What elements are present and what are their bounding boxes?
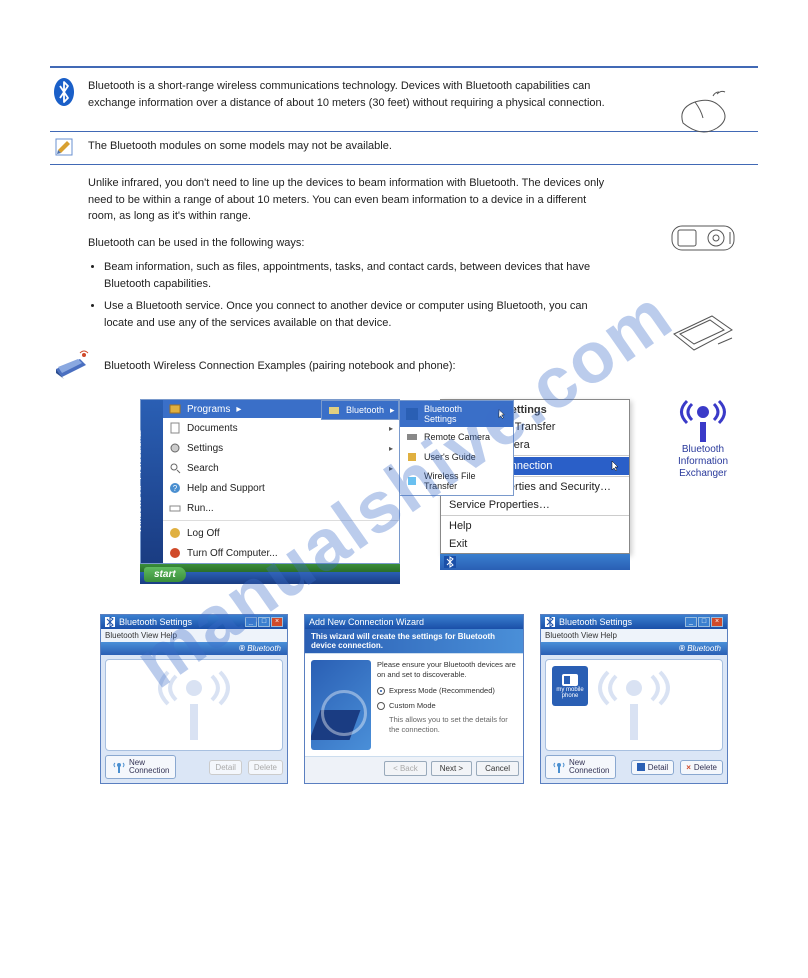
note-icon [55, 138, 73, 156]
maximize-button[interactable]: □ [258, 617, 270, 627]
cm-svcprop[interactable]: Service Properties… [441, 496, 629, 514]
brand-bar: ® Bluetooth [101, 642, 287, 655]
menu-item-help[interactable]: ? Help and Support [163, 478, 399, 498]
custom-mode-option[interactable]: Custom Mode This allows you to set the d… [377, 701, 517, 734]
phone-icon [668, 218, 738, 258]
folder-icon [328, 404, 340, 416]
wizard-note: Please ensure your Bluetooth devices are… [377, 660, 517, 680]
antenna-small-icon [552, 760, 566, 774]
radio-icon [377, 702, 385, 710]
menu-item-documents[interactable]: Documents▸ [163, 418, 399, 438]
cancel-button[interactable]: Cancel [476, 761, 519, 776]
run-icon [169, 502, 181, 514]
bt-settings-window-paired: Bluetooth Settings _ □ × Bluetooth View … [540, 614, 728, 784]
maximize-button[interactable]: □ [698, 617, 710, 627]
menu-item-logoff[interactable]: Log Off [163, 523, 399, 543]
submenu2-remote-camera[interactable]: Remote Camera [400, 427, 513, 447]
antenna-watermark-icon [154, 670, 234, 740]
right-device-icons: Bluetooth Information Exchanger [658, 88, 748, 480]
wizard-heading: This wizard will create the settings for… [305, 629, 523, 653]
express-mode-option[interactable]: Express Mode (Recommended) [377, 686, 517, 696]
start-button[interactable]: start [144, 567, 186, 582]
bluetooth-antenna-icon [678, 398, 728, 442]
divider [50, 66, 758, 68]
search-icon [169, 462, 181, 474]
bluetooth-icon [54, 78, 74, 106]
antenna-watermark-icon [594, 670, 674, 740]
svg-text:?: ? [173, 484, 178, 493]
back-button: < Back [384, 761, 427, 776]
custom-mode-sub: This allows you to set the details for t… [389, 715, 517, 735]
documents-icon [169, 422, 181, 434]
menubar[interactable]: Bluetooth View Help [101, 629, 287, 642]
new-connection-button[interactable]: New Connection [545, 755, 616, 779]
section3-li1: Beam information, such as files, appoint… [104, 259, 604, 292]
submenu2-bt-settings[interactable]: Bluetooth Settings [400, 401, 513, 427]
divider [50, 164, 758, 165]
section3-li2: Use a Bluetooth service. Once you connec… [104, 298, 604, 331]
bt-settings-icon [406, 408, 418, 420]
menu-item-turnoff[interactable]: Turn Off Computer... [163, 543, 399, 563]
brand-bar: ® Bluetooth [541, 642, 727, 655]
minimize-button[interactable]: _ [245, 617, 257, 627]
cursor-icon [611, 460, 621, 472]
cm-exit[interactable]: Exit [441, 535, 629, 553]
turnoff-icon [169, 547, 181, 559]
section3-p1: Unlike infrared, you don't need to line … [88, 175, 608, 225]
detail-button[interactable]: Detail [631, 760, 674, 775]
settings-icon [169, 442, 181, 454]
divider [50, 131, 758, 132]
antenna-small-icon [112, 760, 126, 774]
menubar[interactable]: Bluetooth View Help [541, 629, 727, 642]
xp-sidebar-label: Windows XP Professional [133, 430, 143, 533]
close-button[interactable]: × [271, 617, 283, 627]
menu-item-settings[interactable]: Settings▸ [163, 438, 399, 458]
bt-window-icon [545, 617, 555, 627]
menu-item-search[interactable]: Search▸ [163, 458, 399, 478]
section2-text: The Bluetooth modules on some models may… [88, 138, 608, 155]
camera-icon [406, 431, 418, 443]
bt-info-exchanger-label: Bluetooth Information Exchanger [678, 444, 728, 480]
menu-item-run[interactable]: Run... [163, 498, 399, 518]
cursor-icon [498, 408, 507, 420]
help-icon: ? [169, 482, 181, 494]
submenu2-users-guide[interactable]: User's Guide [400, 447, 513, 467]
delete-button: Delete [248, 760, 283, 775]
next-button[interactable]: Next > [431, 761, 472, 776]
bt-settings-window-empty: Bluetooth Settings _ □ × Bluetooth View … [100, 614, 288, 784]
mouse-icon [673, 88, 733, 138]
submenu-bluetooth[interactable]: Bluetooth▸ [322, 401, 398, 419]
file-transfer-icon [406, 475, 418, 487]
close-button[interactable]: × [711, 617, 723, 627]
pda-icon [668, 308, 738, 358]
bt-window-icon [105, 617, 115, 627]
section1-text: Bluetooth is a short-range wireless comm… [88, 78, 608, 111]
new-connection-button[interactable]: New Connection [105, 755, 176, 779]
section3-p2: Bluetooth can be used in the following w… [88, 235, 608, 252]
phone-device-icon [561, 673, 579, 687]
window-title: Bluetooth Settings [559, 617, 632, 627]
minimize-button[interactable]: _ [685, 617, 697, 627]
cm-help[interactable]: Help [441, 517, 629, 535]
laptop-wireless-icon [52, 349, 92, 383]
logoff-icon [169, 527, 181, 539]
delete-button[interactable]: × Delete [680, 760, 723, 775]
wizard-graphic [311, 660, 371, 750]
paired-device-icon[interactable]: my mobile phone [552, 666, 588, 706]
book-icon [406, 451, 418, 463]
detail-icon [637, 763, 645, 771]
start-menu-screenshot: Windows XP Professional Programs ▸ Docum… [140, 399, 400, 584]
detail-button: Detail [209, 760, 241, 775]
add-connection-wizard: Add New Connection Wizard This wizard wi… [304, 614, 524, 784]
submenu2-wft[interactable]: Wireless File Transfer [400, 467, 513, 495]
wizard-title: Add New Connection Wizard [305, 615, 523, 629]
window-title: Bluetooth Settings [119, 617, 192, 627]
bluetooth-tray-icon[interactable] [444, 556, 456, 568]
radio-selected-icon [377, 687, 385, 695]
programs-icon [169, 403, 181, 415]
